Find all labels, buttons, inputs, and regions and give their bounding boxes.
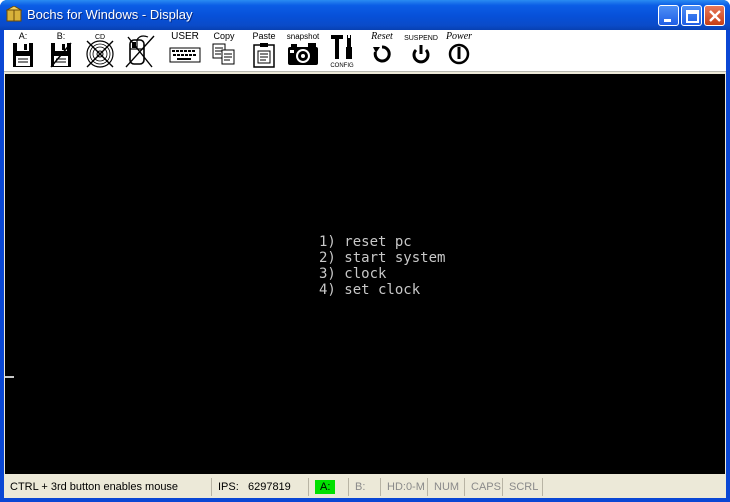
paste-label: Paste — [252, 31, 276, 41]
emulator-display[interactable]: 1) reset pc 2) start system 3) clock 4) … — [5, 74, 725, 474]
reset-icon — [373, 45, 391, 63]
caps-lock-indicator: CAPS — [464, 478, 502, 496]
copy-label: Copy — [213, 31, 235, 41]
minimize-button[interactable] — [658, 5, 679, 26]
camera-icon — [288, 43, 318, 65]
floppy-disk-icon — [50, 42, 72, 68]
cdrom-button[interactable]: CD — [82, 30, 118, 72]
floppy-disk-icon — [13, 43, 33, 67]
drive-a-led: A: — [315, 480, 336, 494]
paste-button[interactable]: Paste — [246, 30, 282, 72]
menu-item-reset-pc: 1) reset pc — [319, 234, 412, 250]
reset-button[interactable]: Reset — [364, 30, 400, 72]
floppy-b-button[interactable]: B: — [44, 30, 78, 72]
floppy-b-label: B: — [56, 31, 66, 41]
window-title: Bochs for Windows - Display — [27, 7, 193, 22]
suspend-button[interactable]: SUSPEND — [402, 30, 440, 72]
toolbar: A: B: CD USER Copy Paste snapshot CONFIG… — [4, 30, 726, 72]
close-icon — [709, 10, 721, 22]
power-label: Power — [445, 31, 473, 42]
title-bar[interactable]: Bochs for Windows - Display — [0, 0, 730, 30]
user-label: USER — [171, 31, 199, 42]
mouse-disabled-icon — [125, 35, 155, 68]
keyboard-icon — [169, 47, 201, 63]
minimize-icon — [664, 19, 671, 22]
hd-indicator: HD:0-M — [380, 478, 427, 496]
num-lock-indicator: NUM — [427, 478, 464, 496]
maximize-icon — [686, 10, 699, 23]
config-label: CONFIG — [330, 63, 354, 69]
status-bar: CTRL + 3rd button enables mouse IPS: 629… — [4, 476, 726, 498]
drive-b-indicator: B: — [348, 478, 380, 496]
cdrom-disabled-icon — [86, 40, 114, 68]
drive-a-indicator: A: — [308, 478, 348, 496]
floppy-a-label: A: — [18, 31, 28, 41]
user-keys-button[interactable]: USER — [166, 30, 204, 72]
client-area: A: B: CD USER Copy Paste snapshot CONFIG… — [4, 30, 726, 498]
config-button[interactable]: CONFIG — [324, 30, 360, 72]
power-button[interactable]: Power — [440, 30, 478, 72]
menu-item-start-system: 2) start system — [319, 250, 446, 266]
snapshot-label: snapshot — [286, 32, 320, 41]
status-empty-cell — [542, 478, 726, 496]
floppy-a-button[interactable]: A: — [6, 30, 40, 72]
suspend-label: SUSPEND — [404, 35, 438, 42]
menu-item-set-clock: 4) set clock — [319, 282, 421, 298]
bochs-app-icon[interactable] — [6, 6, 22, 22]
suspend-icon — [412, 45, 430, 64]
paste-clipboard-icon — [253, 43, 275, 68]
power-icon — [448, 43, 470, 65]
copy-icon — [212, 43, 235, 65]
scroll-lock-indicator: SCRL — [502, 478, 542, 496]
copy-button[interactable]: Copy — [206, 30, 242, 72]
close-button[interactable] — [704, 5, 725, 26]
config-tools-icon — [331, 35, 352, 59]
mouse-toggle-button[interactable] — [120, 30, 158, 72]
boot-menu: 1) reset pc 2) start system 3) clock 4) … — [319, 234, 445, 298]
menu-item-clock: 3) clock — [319, 266, 387, 282]
ips-indicator: IPS: 6297819 — [211, 478, 308, 496]
reset-label: Reset — [371, 31, 393, 42]
ips-value: 6297819 — [247, 481, 291, 493]
text-cursor — [5, 376, 14, 378]
snapshot-button[interactable]: snapshot — [284, 30, 322, 72]
bochs-window: Bochs for Windows - Display A: B: CD USE… — [0, 0, 730, 502]
status-message: CTRL + 3rd button enables mouse — [10, 481, 179, 493]
maximize-button[interactable] — [681, 5, 702, 26]
ips-label: IPS: — [218, 481, 239, 493]
